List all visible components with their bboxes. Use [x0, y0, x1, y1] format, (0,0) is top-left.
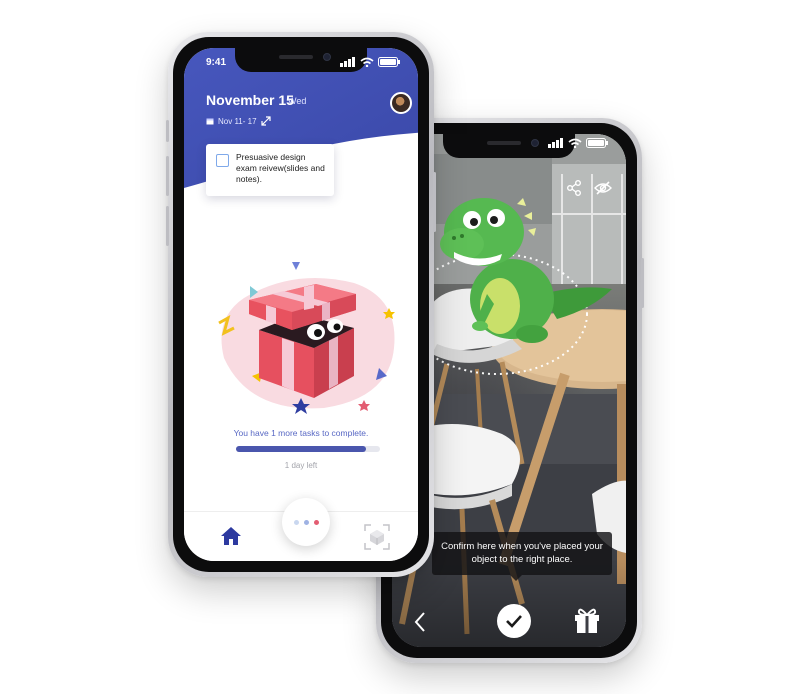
progress-message: You have 1 more tasks to complete.	[233, 428, 369, 438]
ar-toolbar	[566, 180, 612, 196]
task-progress-fill	[236, 446, 366, 452]
week-range-label: Nov 11- 17	[218, 116, 257, 126]
confirm-placement-button[interactable]	[497, 604, 531, 638]
weekday-label: Wed	[288, 96, 307, 106]
battery-icon	[378, 57, 400, 67]
gift-box-illustration	[218, 262, 395, 414]
volume-down-button	[166, 206, 169, 246]
days-left-label: 1 day left	[284, 461, 318, 470]
fab-dot	[313, 519, 319, 525]
tab-ar[interactable]	[364, 524, 390, 555]
silent-switch	[166, 120, 169, 142]
tab-home[interactable]	[220, 526, 242, 551]
gift-button[interactable]	[572, 606, 602, 639]
status-bar-icons	[548, 138, 608, 148]
signal-icon	[548, 138, 563, 148]
fab-dot	[303, 519, 309, 525]
task-progress-bar	[236, 446, 380, 452]
battery-icon	[586, 138, 608, 148]
task-checkbox[interactable]	[216, 154, 229, 167]
avatar[interactable]	[390, 92, 412, 114]
status-bar: 9:41	[184, 52, 418, 72]
more-options-button[interactable]	[282, 498, 330, 546]
wifi-icon	[360, 57, 374, 67]
power-button	[433, 172, 436, 232]
status-time: 9:41	[206, 57, 227, 68]
volume-up-button	[166, 156, 169, 196]
calendar-icon	[206, 118, 214, 125]
phone-bezel: 9:41 November 15 Wed Nov 11- 17 Presuasi…	[173, 37, 429, 572]
fab-dot	[293, 519, 299, 525]
checkmark-icon	[506, 615, 522, 628]
expand-arrows-icon	[260, 116, 271, 126]
gift-icon	[575, 608, 599, 633]
wifi-icon	[568, 138, 582, 148]
status-bar-icons	[340, 57, 400, 67]
hide-icon[interactable]	[594, 180, 612, 196]
task-text: Presuasive design exam reivew(slides and…	[236, 152, 325, 184]
back-chevron-icon	[414, 612, 425, 632]
power-button	[641, 258, 644, 308]
confirm-placement-tooltip: Confirm here when you've placed your obj…	[432, 532, 612, 581]
phone-task-view: 9:41 November 15 Wed Nov 11- 17 Presuasi…	[166, 32, 436, 577]
task-screen: 9:41 November 15 Wed Nov 11- 17 Presuasi…	[184, 48, 418, 561]
share-icon[interactable]	[566, 180, 582, 196]
signal-icon	[340, 57, 355, 67]
task-card[interactable]: Presuasive design exam reivew(slides and…	[206, 144, 334, 196]
home-icon	[221, 527, 241, 545]
ar-cube-icon	[364, 524, 390, 550]
back-button[interactable]	[414, 611, 426, 638]
week-range-selector[interactable]: Nov 11- 17	[206, 116, 271, 126]
page-title: November 15	[206, 92, 294, 108]
